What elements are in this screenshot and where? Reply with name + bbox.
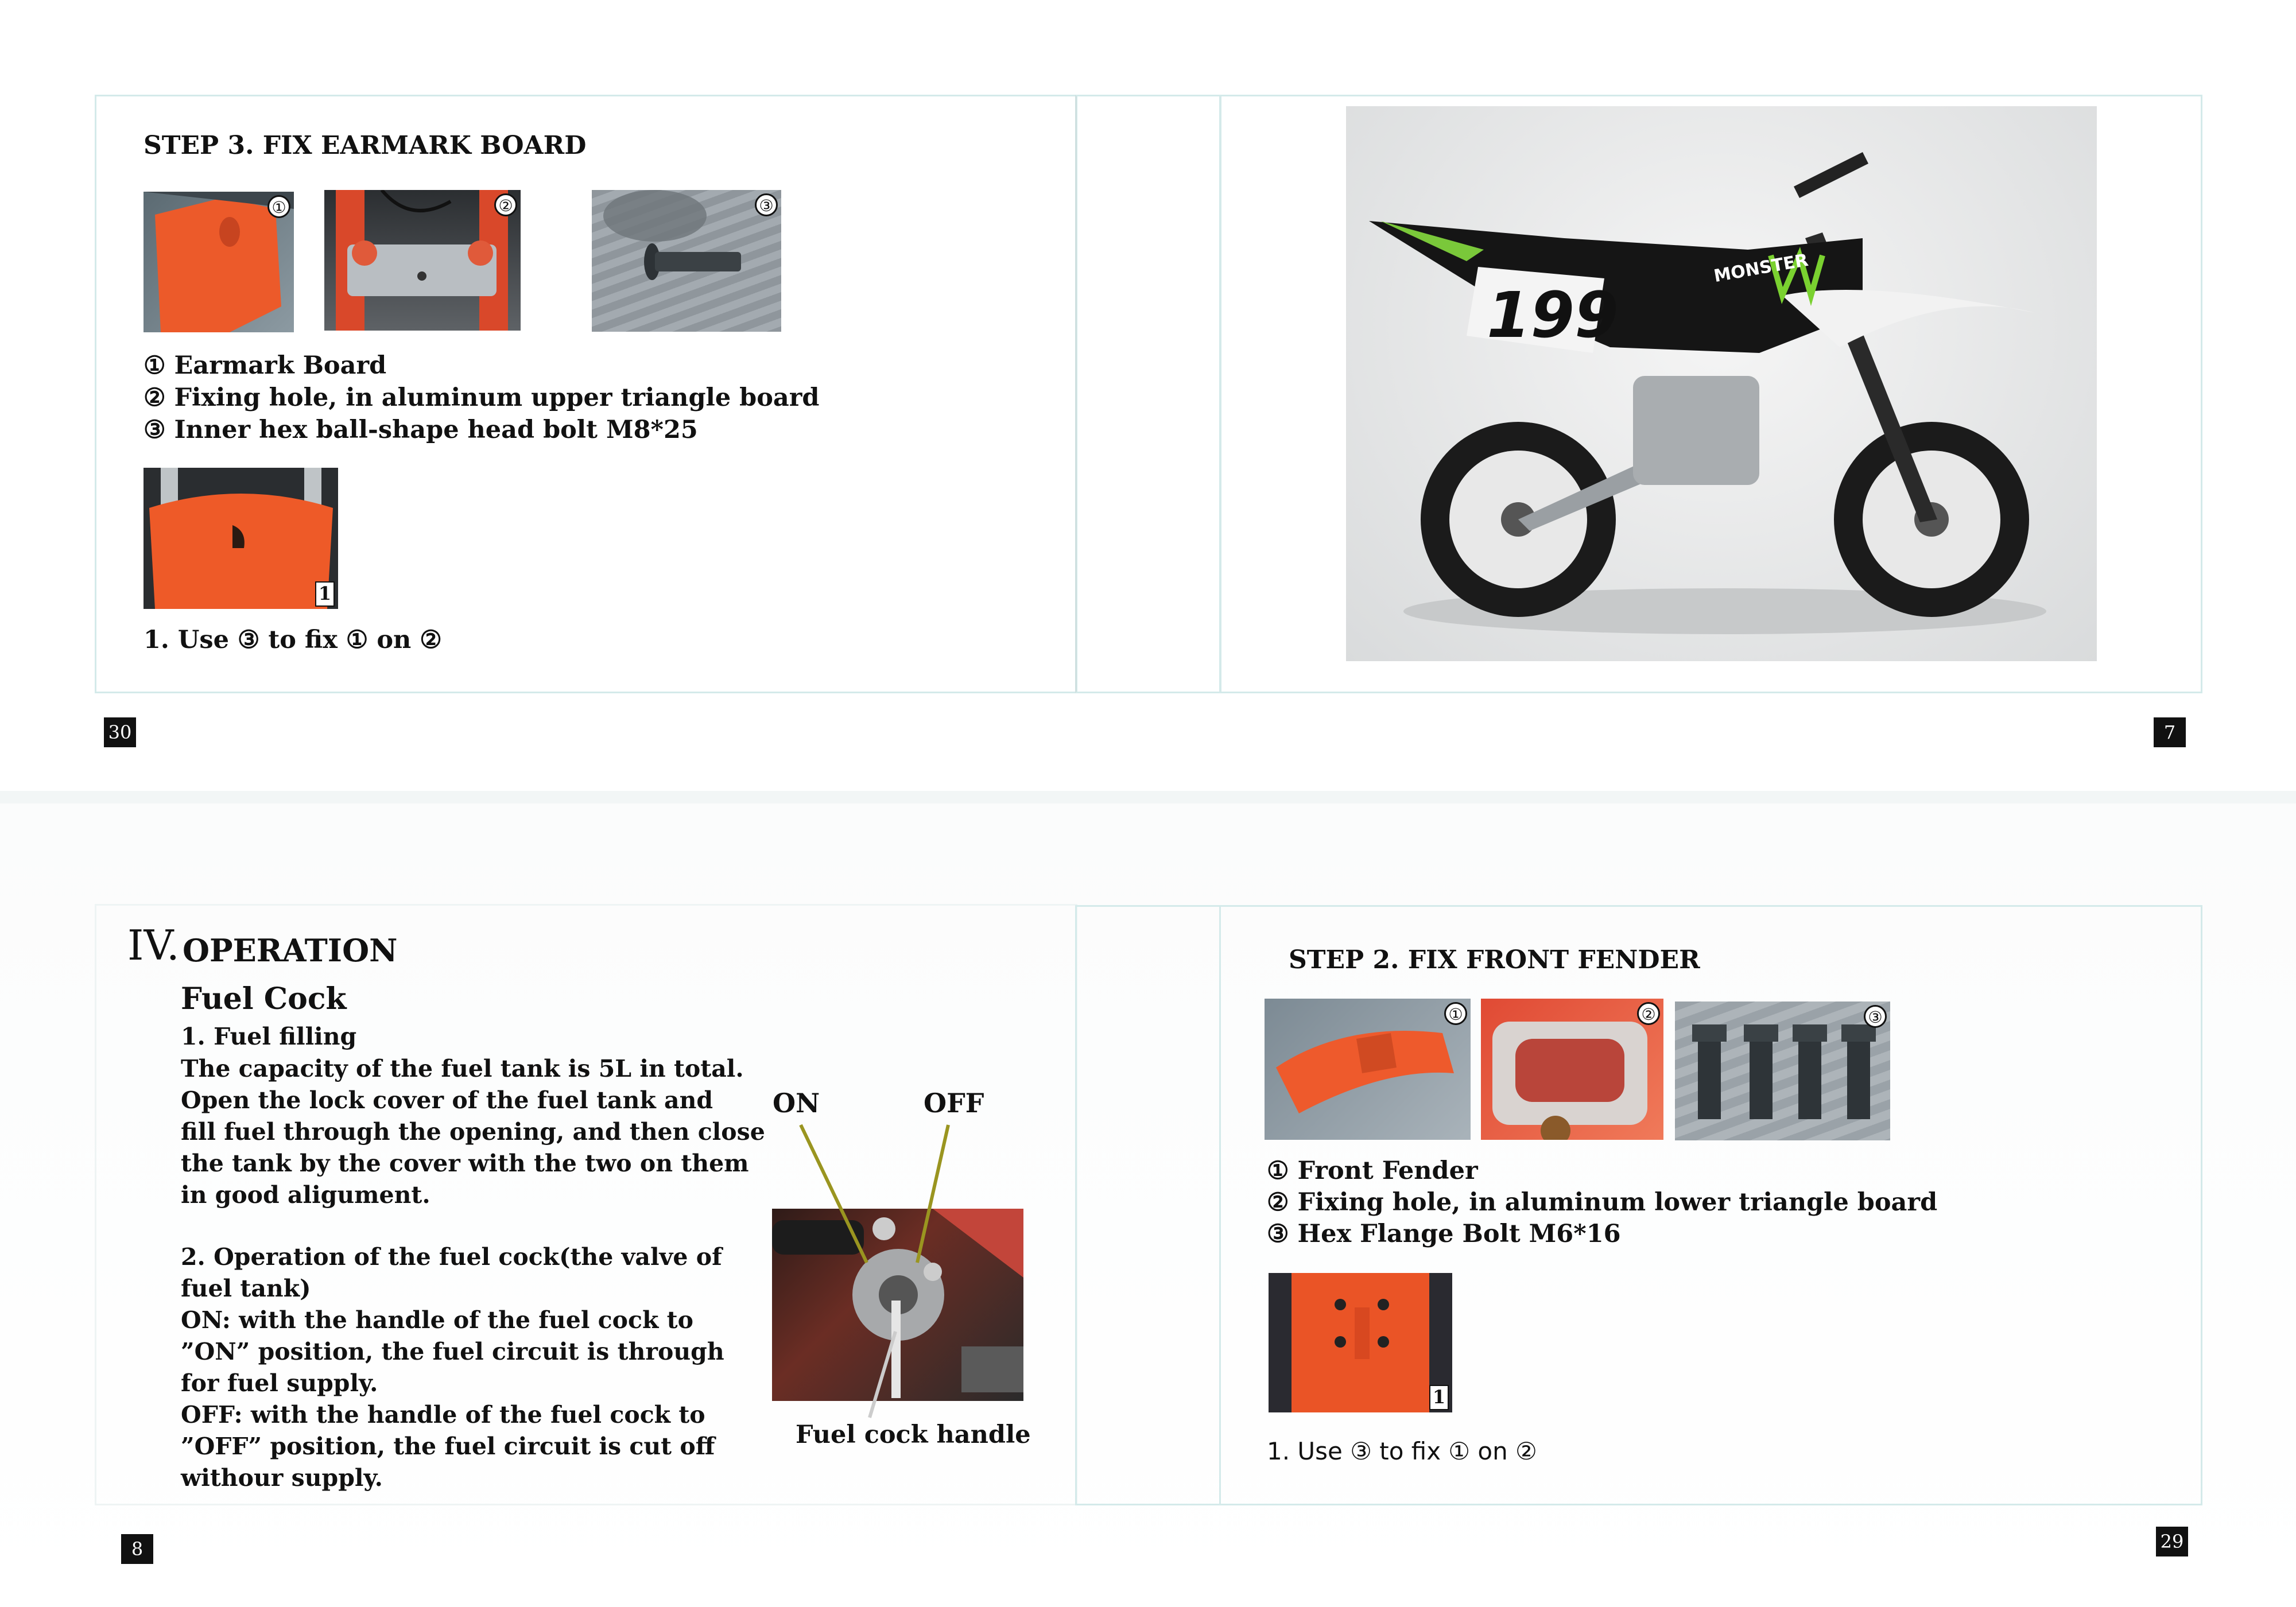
bolts-illustration [1692,1024,1876,1119]
page-number-8: 8 [121,1534,153,1564]
fuel-cock-caption: Fuel cock handle [796,1420,1031,1449]
lower-triangle-photo: ② [1481,999,1663,1140]
fender-installed-photo: 1 [1269,1273,1452,1412]
fender-illustration [1276,1031,1454,1113]
legend-line-3: ③ Hex Flange Bolt M6*16 [1267,1220,1621,1248]
page-number-29: 29 [2156,1527,2188,1556]
legend-line-2: ② Fixing hole, in aluminum lower triangl… [1267,1188,1938,1217]
lower-triangle-illustration [1492,1022,1647,1140]
badge-3: ③ [1864,1005,1887,1028]
badge-1: ① [1444,1002,1467,1025]
legend-line-1: ① Front Fender [1267,1156,1478,1185]
detail-badge: 1 [1429,1385,1449,1410]
page-29-instruction: 1. Use ③ to fix ① on ② [1267,1437,1537,1465]
front-fender-photo: ① [1265,999,1471,1140]
page-29-divider [1219,905,1221,1505]
flange-bolts-photo: ③ [1675,1002,1890,1140]
page-29-title: STEP 2. FIX FRONT FENDER [1289,945,1700,975]
installed-fender-illustration [1269,1273,1452,1412]
badge-2: ② [1637,1002,1660,1025]
